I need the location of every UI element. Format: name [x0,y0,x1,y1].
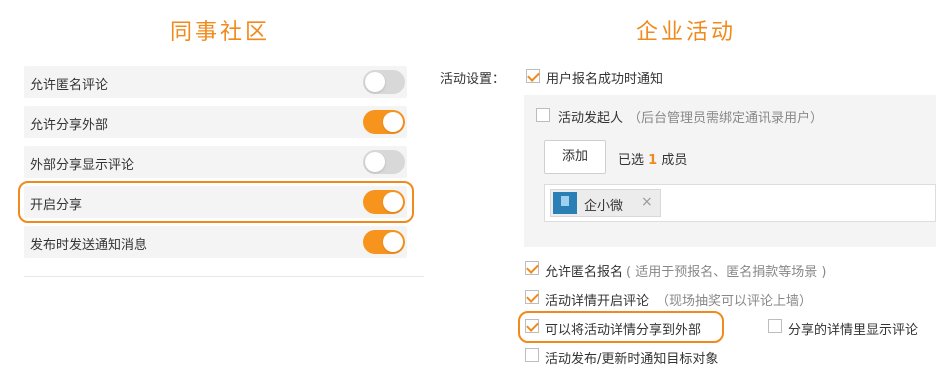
selected-count: 1 [648,153,658,168]
settings-label: 活动设置： [440,72,506,87]
organizer-hint: （后台管理员需绑定通讯录用户） [628,111,824,126]
highlight-outline [18,181,414,223]
detail-comments-checkbox[interactable] [525,290,539,304]
toggle-knob [365,72,385,92]
publish-notify-label: 活动发布/更新时通知目标对象 [545,352,719,367]
selected-suffix: 成员 [661,153,688,168]
organizer-label: 活动发起人 [558,111,624,126]
member-name: 企小微 [584,199,624,214]
share-show-comments-checkbox[interactable] [768,319,782,333]
setting-row-share-external: 允许分享外部 [24,106,407,138]
external-comments-toggle[interactable] [363,150,405,174]
activity-title: 企业活动 [636,20,737,45]
setting-label: 外部分享显示评论 [30,158,135,173]
setting-label: 允许匿名评论 [30,78,109,93]
toggle-knob [383,232,403,252]
divider [24,276,424,277]
setting-label: 发布时发送通知消息 [30,238,148,253]
anonymous-comment-toggle[interactable] [363,70,405,94]
share-show-comments-label: 分享的详情里显示评论 [788,323,919,338]
signup-notify-label: 用户报名成功时通知 [546,72,664,87]
member-tag-box: 企小微 × [544,184,936,222]
toggle-knob [383,112,403,132]
publish-notify-toggle[interactable] [363,230,405,254]
organizer-checkbox[interactable] [536,108,550,122]
anonymous-signup-label: 允许匿名报名 [545,265,624,280]
add-member-button[interactable]: 添加 [544,140,606,174]
selected-count-text: 已选 1 成员 [618,149,687,168]
detail-comments-hint: （现场抽奖可以评论上墙） [656,294,813,309]
selected-prefix: 已选 [618,153,645,168]
signup-notify-checkbox[interactable] [526,69,540,83]
setting-row-anonymous-comment: 允许匿名评论 [24,66,407,98]
detail-comments-label: 活动详情开启评论 [545,294,650,309]
anonymous-signup-checkbox[interactable] [525,261,539,275]
toggle-knob [365,152,385,172]
highlight-outline [518,311,724,343]
publish-notify-checkbox[interactable] [525,348,539,362]
anonymous-signup-hint: ( 适用于预报名、匿名捐款等场景 ) [626,265,827,280]
community-title: 同事社区 [170,20,271,45]
member-tag: 企小微 × [550,189,661,217]
avatar [553,192,577,214]
share-external-toggle[interactable] [363,110,405,134]
close-icon[interactable]: × [641,194,653,210]
setting-row-publish-notify: 发布时发送通知消息 [24,226,407,258]
setting-row-external-comments: 外部分享显示评论 [24,146,407,178]
setting-label: 允许分享外部 [30,118,109,133]
